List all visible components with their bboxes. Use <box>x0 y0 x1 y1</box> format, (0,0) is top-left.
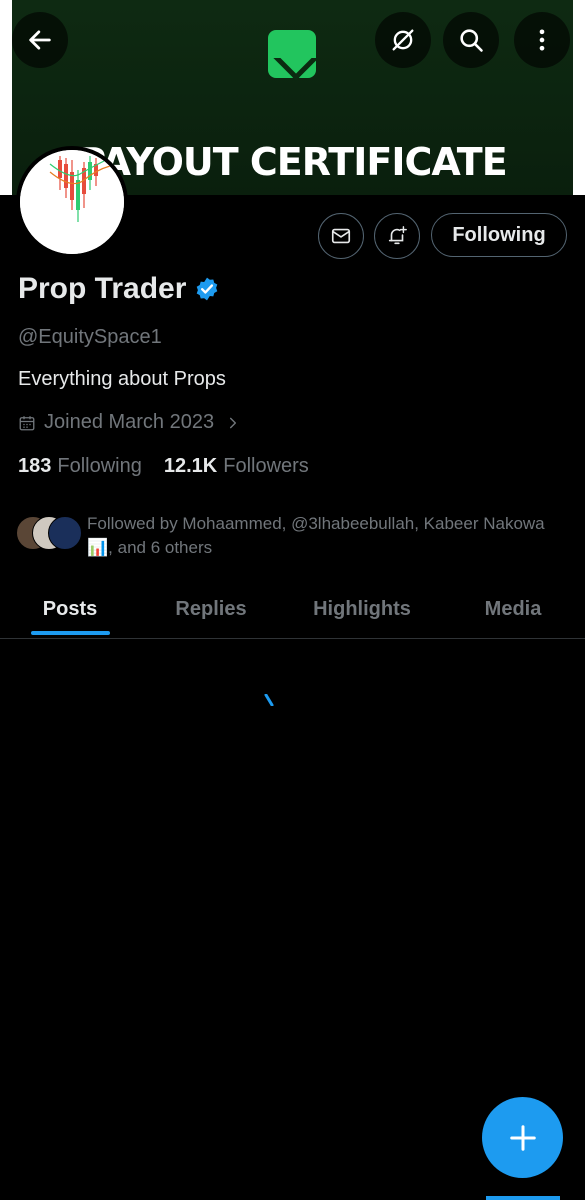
slashed-circle-icon <box>392 29 414 51</box>
grok-button[interactable] <box>375 12 431 68</box>
notify-button[interactable] <box>374 213 420 259</box>
candlestick-chart-image <box>20 150 124 254</box>
chevron-right-icon <box>230 417 237 428</box>
plus-icon <box>509 1124 536 1151</box>
profile-name-row: Prop Trader <box>18 272 220 306</box>
more-button[interactable] <box>514 12 570 68</box>
more-vertical-icon <box>539 29 545 51</box>
tab-media[interactable]: Media <box>468 580 558 638</box>
arrow-left-icon <box>29 30 51 50</box>
profile-handle: @EquitySpace1 <box>18 326 162 348</box>
message-button[interactable] <box>318 213 364 259</box>
avatar <box>48 516 82 550</box>
tab-highlights[interactable]: Highlights <box>300 580 424 638</box>
joined-date[interactable]: Joined March 2023 <box>18 411 248 434</box>
profile-avatar[interactable] <box>16 146 128 258</box>
following-button[interactable]: Following <box>431 213 567 257</box>
followed-by-text: Followed by Mohaammed, @3lhabeebullah, K… <box>87 514 545 557</box>
loading-spinner-icon <box>264 694 274 706</box>
bottom-indicator <box>486 1196 560 1200</box>
tab-replies[interactable]: Replies <box>158 580 264 638</box>
bell-plus-icon <box>388 226 407 245</box>
followers-count: 12.1K <box>163 455 218 477</box>
banner-edge-left <box>0 0 12 195</box>
tab-posts[interactable]: Posts <box>20 580 120 638</box>
compose-button[interactable] <box>482 1097 563 1178</box>
back-button[interactable] <box>12 12 68 68</box>
mail-icon <box>331 228 351 244</box>
profile-name: Prop Trader <box>18 272 187 305</box>
joined-text: Joined March 2023 <box>44 411 215 433</box>
search-icon <box>460 29 483 52</box>
followers-label: Followers <box>223 455 309 477</box>
banner-logo <box>268 30 316 78</box>
active-tab-indicator <box>31 631 110 635</box>
following-stat[interactable]: 183 Following <box>18 455 142 478</box>
profile-stats: 183 Following 12.1K Followers <box>18 455 309 478</box>
following-label: Following <box>57 455 142 477</box>
followers-stat[interactable]: 12.1K Followers <box>164 455 309 478</box>
calendar-icon <box>19 415 35 430</box>
following-count: 183 <box>18 455 52 477</box>
followed-by-avatars <box>16 516 82 550</box>
profile-bio: Everything about Props <box>18 368 226 390</box>
banner-edge-right <box>573 0 585 195</box>
search-button[interactable] <box>443 12 499 68</box>
verified-badge-icon[interactable] <box>194 276 220 302</box>
